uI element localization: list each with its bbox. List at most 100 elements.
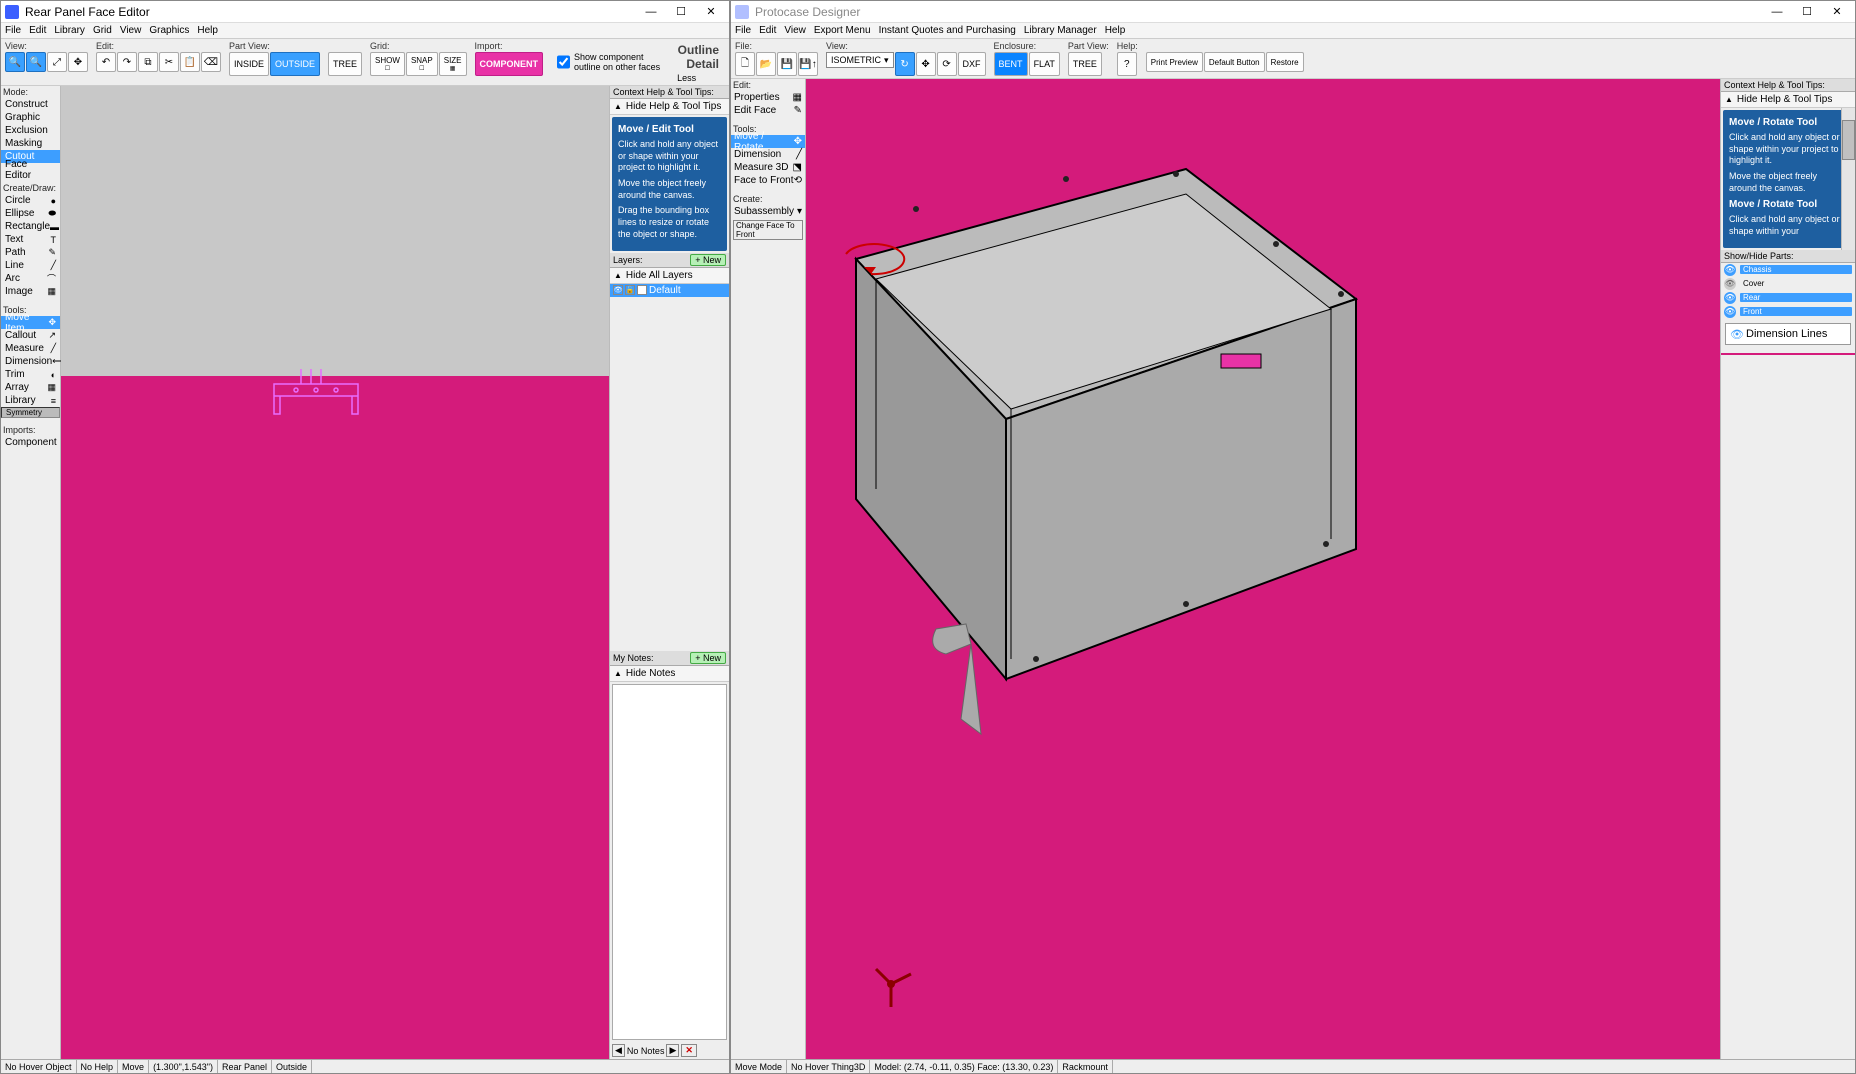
menu-library-mgr[interactable]: Library Manager — [1024, 25, 1097, 36]
maximize-button[interactable]: ☐ — [667, 3, 695, 21]
zoom-out-icon[interactable]: 🔍 — [26, 52, 46, 72]
tool-dimension[interactable]: Dimension⟷ — [1, 355, 60, 368]
minimize-button[interactable]: — — [637, 3, 665, 21]
redo-icon[interactable]: ↷ — [117, 52, 137, 72]
new-note-button[interactable]: + New — [690, 652, 726, 664]
outline-checkbox[interactable] — [557, 55, 570, 69]
mode-exclusion[interactable]: Exclusion — [1, 124, 60, 137]
face-editor-canvas[interactable] — [61, 86, 609, 1059]
help-scrollbar[interactable] — [1841, 108, 1855, 250]
view-orbit-icon[interactable]: ✥ — [916, 52, 936, 76]
tool-array[interactable]: Array▦ — [1, 381, 60, 394]
hide-help-toggle[interactable]: ▲Hide Help & Tool Tips — [610, 99, 729, 115]
import-component-button[interactable]: COMPONENT — [475, 52, 544, 76]
component-on-model[interactable] — [1221, 354, 1261, 368]
menu-graphics[interactable]: Graphics — [149, 25, 189, 36]
part-cover[interactable]: 👁Cover — [1721, 277, 1855, 291]
outline-checkbox-row[interactable]: Show component outline on other faces — [557, 52, 663, 72]
create-ellipse[interactable]: Ellipse⬬ — [1, 207, 60, 220]
tool-move-rotate[interactable]: Move / Rotate✥ — [731, 135, 805, 148]
close-button[interactable]: ✕ — [1823, 3, 1851, 21]
tool-measure[interactable]: Measure╱ — [1, 342, 60, 355]
mode-graphic[interactable]: Graphic — [1, 111, 60, 124]
part-chassis[interactable]: 👁Chassis — [1721, 263, 1855, 277]
grid-show-button[interactable]: SHOW☐ — [370, 52, 405, 76]
visibility-toggle-icon[interactable]: 👁 — [1724, 306, 1736, 318]
menu-export[interactable]: Export Menu — [814, 25, 871, 36]
delete-icon[interactable]: ⌫ — [201, 52, 221, 72]
menu-help[interactable]: Help — [197, 25, 218, 36]
symmetry-button[interactable]: Symmetry — [1, 407, 60, 418]
enclosure-model[interactable] — [816, 119, 1376, 759]
tool-move-item[interactable]: Move Item✥ — [1, 316, 60, 329]
tool-face-to-front[interactable]: Face to Front⟲ — [731, 174, 805, 187]
menu-view[interactable]: View — [784, 25, 806, 36]
file-saveas-icon[interactable]: 💾↑ — [798, 52, 818, 76]
create-path[interactable]: Path✎ — [1, 246, 60, 259]
layer-default[interactable]: 👁 🔓 Default — [610, 284, 729, 297]
outline-detail-level[interactable]: Less — [671, 73, 725, 83]
menu-help[interactable]: Help — [1105, 25, 1126, 36]
hide-help-toggle-3d[interactable]: ▲Hide Help & Tool Tips — [1721, 92, 1855, 108]
mode-face-editor[interactable]: Face Editor — [1, 163, 60, 176]
imports-component[interactable]: Component — [1, 436, 60, 449]
pan-icon[interactable]: ✥ — [68, 52, 88, 72]
partview-tree-button[interactable]: TREE — [328, 52, 362, 76]
print-preview-button[interactable]: Print Preview — [1146, 52, 1203, 72]
grid-size-button[interactable]: SIZE▦ — [439, 52, 467, 76]
paste-icon[interactable]: 📋 — [180, 52, 200, 72]
note-delete-button[interactable]: ✕ — [681, 1044, 697, 1057]
menu-edit[interactable]: Edit — [29, 25, 46, 36]
note-prev-button[interactable]: ◀ — [612, 1044, 625, 1057]
tool-callout[interactable]: Callout↗ — [1, 329, 60, 342]
help-button[interactable]: ? — [1117, 52, 1137, 76]
default-button[interactable]: Default Button — [1204, 52, 1265, 72]
menu-file[interactable]: File — [5, 25, 21, 36]
hide-notes-toggle[interactable]: ▲Hide Notes — [610, 666, 729, 682]
file-new-icon[interactable]: 🗋 — [735, 52, 755, 76]
view-combo[interactable]: ISOMETRIC▾ — [826, 52, 894, 68]
create-image[interactable]: Image▦ — [1, 285, 60, 298]
change-face-to-front-button[interactable]: Change Face To Front — [733, 220, 803, 240]
new-layer-button[interactable]: + New — [690, 254, 726, 266]
view-refresh-icon[interactable]: ↻ — [895, 52, 915, 76]
menu-library[interactable]: Library — [54, 25, 85, 36]
dimension-lines-toggle[interactable]: 👁 Dimension Lines — [1725, 323, 1851, 345]
notes-textarea[interactable] — [612, 684, 727, 1040]
create-line[interactable]: Line╱ — [1, 259, 60, 272]
minimize-button[interactable]: — — [1763, 3, 1791, 21]
partview-tree-button[interactable]: TREE — [1068, 52, 1102, 76]
edit-properties[interactable]: Properties▦ — [731, 91, 805, 104]
partview-inside-button[interactable]: INSIDE — [229, 52, 269, 76]
component-cutout-outline[interactable] — [266, 364, 366, 424]
menu-view[interactable]: View — [120, 25, 142, 36]
menu-grid[interactable]: Grid — [93, 25, 112, 36]
cut-icon[interactable]: ✂ — [159, 52, 179, 72]
restore-button[interactable]: Restore — [1266, 52, 1304, 72]
close-button[interactable]: ✕ — [697, 3, 725, 21]
visibility-toggle-icon[interactable]: 👁 — [1724, 278, 1736, 290]
file-save-icon[interactable]: 💾 — [777, 52, 797, 76]
tool-library[interactable]: Library≡ — [1, 394, 60, 407]
create-circle[interactable]: Circle● — [1, 194, 60, 207]
note-next-button[interactable]: ▶ — [666, 1044, 679, 1057]
edit-face[interactable]: Edit Face✎ — [731, 104, 805, 117]
part-front[interactable]: 👁Front — [1721, 305, 1855, 319]
copy-icon[interactable]: ⧉ — [138, 52, 158, 72]
tool-measure-3d[interactable]: Measure 3D⬔ — [731, 161, 805, 174]
visibility-toggle-icon[interactable]: 👁 — [1724, 264, 1736, 276]
undo-icon[interactable]: ↶ — [96, 52, 116, 72]
menu-quotes[interactable]: Instant Quotes and Purchasing — [879, 25, 1016, 36]
hide-layers-toggle[interactable]: ▲Hide All Layers — [610, 268, 729, 284]
partview-outside-button[interactable]: OUTSIDE — [270, 52, 320, 76]
mode-construct[interactable]: Construct — [1, 98, 60, 111]
create-text[interactable]: TextT — [1, 233, 60, 246]
enclosure-bent-button[interactable]: BENT — [994, 52, 1028, 76]
zoom-in-icon[interactable]: 🔍 — [5, 52, 25, 72]
zoom-fit-icon[interactable]: ⤢ — [47, 52, 67, 72]
menu-edit[interactable]: Edit — [759, 25, 776, 36]
mode-masking[interactable]: Masking — [1, 137, 60, 150]
view-dxf-icon[interactable]: DXF — [958, 52, 986, 76]
menu-file[interactable]: File — [735, 25, 751, 36]
part-rear[interactable]: 👁Rear — [1721, 291, 1855, 305]
